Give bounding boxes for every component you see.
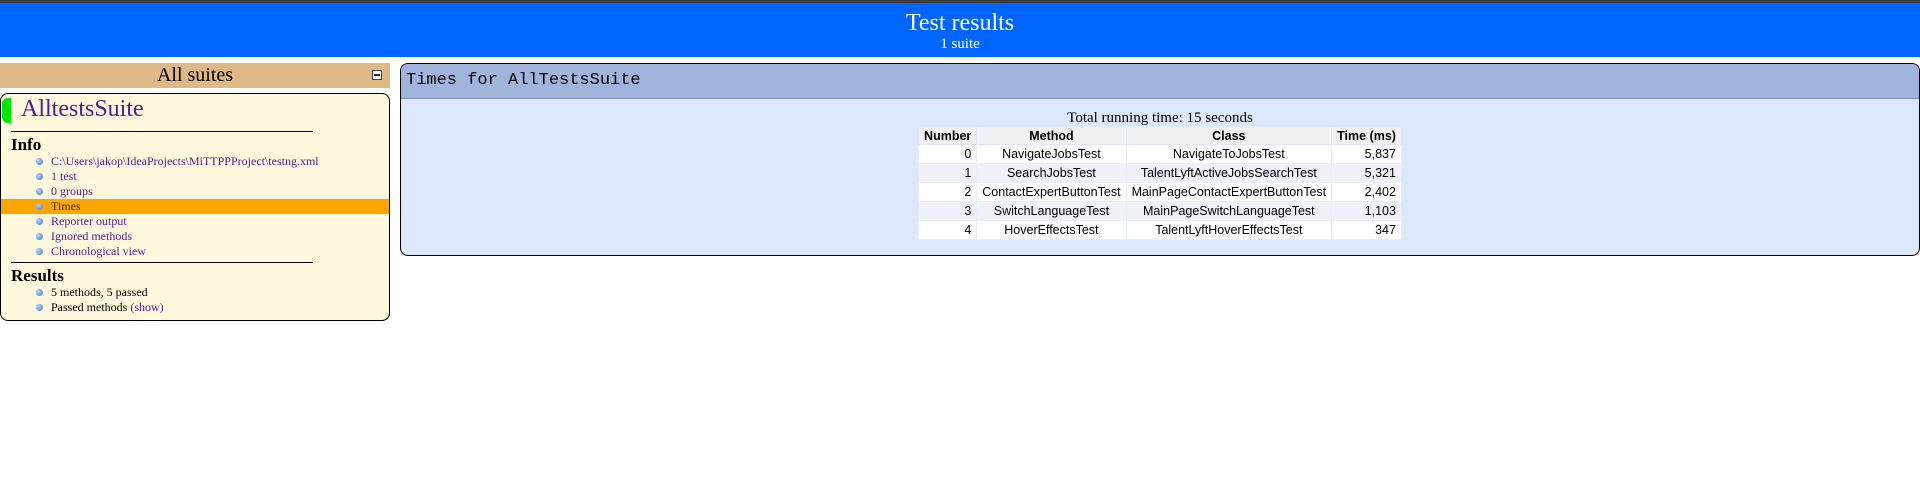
suite-panel: AlltestsSuite Info C:\Users\jakop\IdeaPr… <box>0 93 390 321</box>
info-item-testng-xml[interactable]: C:\Users\jakop\IdeaProjects\MiTTPPProjec… <box>1 154 389 169</box>
cell-time: 347 <box>1331 220 1402 240</box>
cell-class: TalentLyftHoverEffectsTest <box>1125 220 1333 240</box>
bullet-icon <box>36 248 43 255</box>
table-row: 1 SearchJobsTest TalentLyftActiveJobsSea… <box>918 163 1402 183</box>
table-header-row: Number Method Class Time (ms) <box>918 126 1402 145</box>
bullet-icon <box>36 203 43 210</box>
collapse-icon[interactable] <box>372 70 382 80</box>
bullet-icon <box>36 289 43 296</box>
results-summary-text: 5 methods, 5 passed <box>51 285 148 299</box>
table-row: 2 ContactExpertButtonTest MainPageContac… <box>918 182 1402 202</box>
bullet-icon <box>36 218 43 225</box>
bullet-icon <box>36 304 43 311</box>
cell-class: TalentLyftActiveJobsSearchTest <box>1125 163 1333 183</box>
column-header-time: Time (ms) <box>1331 126 1402 145</box>
info-item-chronological-view[interactable]: Chronological view <box>1 244 389 259</box>
bullet-icon <box>36 188 43 195</box>
cell-method: ContactExpertButtonTest <box>976 182 1127 202</box>
info-item-label: 1 test <box>51 169 77 183</box>
cell-class: MainPageSwitchLanguageTest <box>1125 201 1333 221</box>
cell-number: 2 <box>918 182 978 202</box>
cell-method: HoverEffectsTest <box>976 220 1127 240</box>
column-header-class: Class <box>1125 126 1333 145</box>
total-running-time: Total running time: 15 seconds <box>1067 110 1253 126</box>
bullet-icon <box>36 158 43 165</box>
cell-number: 0 <box>918 144 978 164</box>
column-header-number: Number <box>918 126 978 145</box>
cell-number: 1 <box>918 163 978 183</box>
passed-methods-label: Passed methods <box>51 300 128 314</box>
times-table: Number Method Class Time (ms) 0 Navigate… <box>918 126 1402 240</box>
info-item-reporter-output[interactable]: Reporter output <box>1 214 389 229</box>
suite-status-indicator <box>2 98 11 123</box>
info-item-label: Times <box>51 199 81 213</box>
all-suites-heading: All suites <box>156 64 234 86</box>
cell-number: 4 <box>918 220 978 240</box>
table-row: 0 NavigateJobsTest NavigateToJobsTest 5,… <box>918 144 1402 164</box>
divider <box>11 262 313 263</box>
cell-time: 2,402 <box>1331 182 1402 202</box>
results-summary: 5 methods, 5 passed <box>1 285 389 300</box>
table-row: 4 HoverEffectsTest TalentLyftHoverEffect… <box>918 220 1402 240</box>
cell-class: MainPageContactExpertButtonTest <box>1125 182 1333 202</box>
times-panel: Times for AllTestsSuite Total running ti… <box>400 63 1920 256</box>
info-list: C:\Users\jakop\IdeaProjects\MiTTPPProjec… <box>1 154 389 259</box>
cell-method: NavigateJobsTest <box>976 144 1127 164</box>
bullet-icon <box>36 173 43 180</box>
info-item-label: Ignored methods <box>51 229 132 243</box>
cell-time: 5,321 <box>1331 163 1402 183</box>
page-title: Test results <box>905 10 1015 36</box>
results-list: 5 methods, 5 passed Passed methods (show… <box>1 285 389 315</box>
cell-time: 1,103 <box>1331 201 1402 221</box>
cell-method: SearchJobsTest <box>976 163 1127 183</box>
info-item-label: 0 groups <box>51 184 93 198</box>
info-item-times[interactable]: Times <box>1 199 389 214</box>
cell-class: NavigateToJobsTest <box>1125 144 1333 164</box>
suite-name-link[interactable]: AlltestsSuite <box>21 94 144 124</box>
show-passed-link[interactable]: (show) <box>130 300 163 314</box>
results-passed-methods: Passed methods (show) <box>1 300 389 315</box>
cell-number: 3 <box>918 201 978 221</box>
page-header: Test results 1 suite <box>0 3 1920 57</box>
table-row: 3 SwitchLanguageTest MainPageSwitchLangu… <box>918 201 1402 221</box>
results-heading: Results <box>11 266 64 285</box>
all-suites-bar: All suites <box>0 63 390 88</box>
info-item-label: Chronological view <box>51 244 146 258</box>
info-heading: Info <box>11 135 42 154</box>
times-panel-title: Times for AllTestsSuite <box>401 64 1919 99</box>
bullet-icon <box>36 233 43 240</box>
info-item-label: Reporter output <box>51 214 127 228</box>
divider <box>11 131 313 132</box>
sidebar: All suites AlltestsSuite Info C:\Users\j… <box>0 63 390 321</box>
info-item-tests[interactable]: 1 test <box>1 169 389 184</box>
info-item-ignored-methods[interactable]: Ignored methods <box>1 229 389 244</box>
info-item-label: C:\Users\jakop\IdeaProjects\MiTTPPProjec… <box>51 154 319 168</box>
column-header-method: Method <box>976 126 1127 145</box>
suite-count: 1 suite <box>940 36 980 52</box>
info-item-groups[interactable]: 0 groups <box>1 184 389 199</box>
cell-time: 5,837 <box>1331 144 1402 164</box>
cell-method: SwitchLanguageTest <box>976 201 1127 221</box>
